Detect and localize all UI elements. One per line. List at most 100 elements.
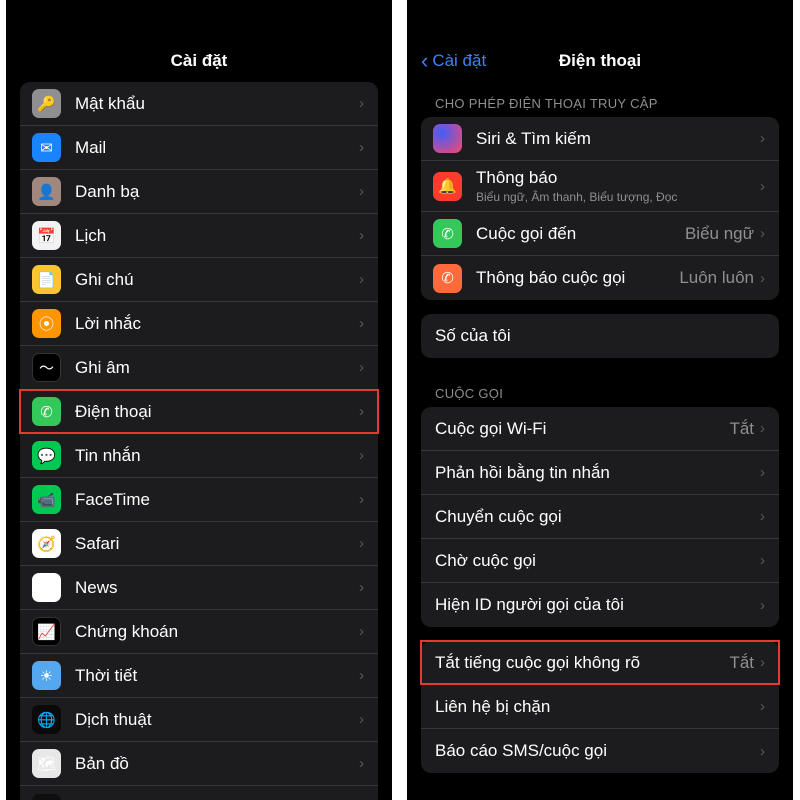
row-respond-text[interactable]: Phản hồi bằng tin nhắn› (421, 451, 779, 495)
row-silence-unknown[interactable]: Tắt tiếng cuộc gọi không rõTắt › (421, 641, 779, 685)
section-allow-label: CHO PHÉP ĐIỆN THOẠI TRUY CẬP (421, 82, 779, 117)
row-label: Tin nhắn (75, 446, 359, 466)
row-sms-reporting[interactable]: Báo cáo SMS/cuộc gọi› (421, 729, 779, 773)
reminders-icon: ⦿ (32, 309, 61, 338)
chevron-right-icon: › (760, 508, 765, 525)
row-label: Chuyển cuộc gọi (435, 507, 760, 527)
chevron-right-icon: › (760, 597, 765, 614)
safari-icon: 🧭 (32, 529, 61, 558)
row-mail[interactable]: ✉︎ Mail› (20, 126, 378, 170)
row-siri[interactable]: Siri & Tìm kiếm› (421, 117, 779, 161)
notes-icon: 📄 (32, 265, 61, 294)
chevron-right-icon: › (760, 654, 765, 671)
row-contacts[interactable]: 👤 Danh bạ› (20, 170, 378, 214)
chevron-right-icon: › (359, 139, 364, 156)
row-news[interactable]: 𝐍 News› (20, 566, 378, 610)
row-label: Dịch thuật (75, 710, 359, 730)
row-label: Hiện ID người gọi của tôi (435, 595, 760, 615)
row-safari[interactable]: 🧭Safari› (20, 522, 378, 566)
facetime-icon: 📹 (32, 485, 61, 514)
row-label: Ghi âm (75, 358, 359, 378)
row-value: Tắt (729, 653, 754, 673)
right-screen: ‹ Cài đặt Điện thoại CHO PHÉP ĐIỆN THOẠI… (407, 0, 793, 800)
row-label: Mail (75, 138, 359, 158)
row-voice-memos[interactable]: 〜 Ghi âm› (20, 346, 378, 390)
row-label: Tắt tiếng cuộc gọi không rõ (435, 653, 729, 673)
row-announce-calls[interactable]: ✆Thông báo cuộc gọiLuôn luôn› (421, 256, 779, 300)
messages-icon: 💬 (32, 441, 61, 470)
translate-icon: 🌐 (32, 705, 61, 734)
row-phone[interactable]: ✆Điện thoại› (20, 390, 378, 434)
back-label: Cài đặt (432, 51, 486, 71)
page-title: Cài đặt (171, 51, 228, 71)
news-icon: 𝐍 (32, 573, 61, 602)
chevron-right-icon: › (760, 130, 765, 147)
row-incoming-calls[interactable]: ✆Cuộc gọi đếnBiểu ngữ› (421, 212, 779, 256)
notifications-icon: 🔔 (433, 172, 462, 201)
row-translate[interactable]: 🌐 Dịch thuật› (20, 698, 378, 742)
row-label: Lịch (75, 226, 359, 246)
row-label: FaceTime (75, 490, 359, 510)
row-label: Chờ cuộc gọi (435, 551, 760, 571)
compass-icon: ✳︎ (32, 794, 61, 800)
chevron-right-icon: › (760, 698, 765, 715)
row-reminders[interactable]: ⦿Lời nhắc› (20, 302, 378, 346)
row-notifications[interactable]: 🔔 Thông báo Biểu ngữ, Âm thanh, Biểu tượng… (421, 161, 779, 212)
settings-list: 🔑Mật khẩu›✉︎Mail›👤Danh bạ›📅Lịch›📄Ghi chú… (6, 82, 392, 800)
chevron-right-icon: › (359, 95, 364, 112)
chevron-right-icon: › (359, 359, 364, 376)
chevron-right-icon: › (359, 491, 364, 508)
row-blocked-contacts[interactable]: Liên hệ bị chặn› (421, 685, 779, 729)
chevron-right-icon: › (760, 225, 765, 242)
chevron-right-icon: › (760, 552, 765, 569)
chevron-right-icon: › (359, 447, 364, 464)
row-notes[interactable]: 📄Ghi chú› (20, 258, 378, 302)
chevron-right-icon: › (359, 755, 364, 772)
row-label: Ghi chú (75, 270, 359, 290)
voice-memos-icon: 〜 (32, 353, 61, 382)
row-label: Liên hệ bị chặn (435, 697, 760, 717)
chevron-right-icon: › (359, 535, 364, 552)
status-bar (6, 0, 392, 40)
row-label: News (75, 578, 359, 598)
row-value: Biểu ngữ (685, 224, 754, 244)
back-button[interactable]: ‹ Cài đặt (421, 50, 486, 72)
row-messages[interactable]: 💬 Tin nhắn› (20, 434, 378, 478)
row-sublabel: Biểu ngữ, Âm thanh, Biểu tượng, Đọc (476, 190, 760, 204)
row-label: Cuộc gọi Wi-Fi (435, 419, 729, 439)
calendar-icon: 📅 (32, 221, 61, 250)
row-label: Danh bạ (75, 182, 359, 202)
chevron-right-icon: › (359, 403, 364, 420)
row-facetime[interactable]: 📹 FaceTime› (20, 478, 378, 522)
row-stocks[interactable]: 📈Chứng khoán› (20, 610, 378, 654)
chevron-right-icon: › (359, 315, 364, 332)
row-calendar[interactable]: 📅Lịch› (20, 214, 378, 258)
chevron-right-icon: › (359, 579, 364, 596)
section-calls-label: CUỘC GỌI (421, 372, 779, 407)
row-call-waiting[interactable]: Chờ cuộc gọi› (421, 539, 779, 583)
navbar-settings: Cài đặt (6, 40, 392, 82)
contacts-icon: 👤 (32, 177, 61, 206)
maps-icon: 🗺 (32, 749, 61, 778)
row-caller-id[interactable]: Hiện ID người gọi của tôi› (421, 583, 779, 627)
row-wifi-calling[interactable]: Cuộc gọi Wi-FiTắt› (421, 407, 779, 451)
row-label: Phản hồi bằng tin nhắn (435, 463, 760, 483)
chevron-right-icon: › (359, 711, 364, 728)
chevron-right-icon: › (359, 623, 364, 640)
row-compass[interactable]: ✳︎La bàn› (20, 786, 378, 800)
my-number-label: Số của tôi (435, 326, 765, 346)
row-call-forwarding[interactable]: Chuyển cuộc gọi› (421, 495, 779, 539)
chevron-right-icon: › (760, 270, 765, 287)
row-label: Mật khẩu (75, 94, 359, 114)
row-my-number[interactable]: Số của tôi (421, 314, 779, 358)
row-weather[interactable]: ☀︎Thời tiết› (20, 654, 378, 698)
mail-icon: ✉︎ (32, 133, 61, 162)
phone-settings: CHO PHÉP ĐIỆN THOẠI TRUY CẬP Siri & Tìm … (407, 82, 793, 800)
row-passwords[interactable]: 🔑Mật khẩu› (20, 82, 378, 126)
row-maps[interactable]: 🗺Bản đồ› (20, 742, 378, 786)
weather-icon: ☀︎ (32, 661, 61, 690)
chevron-right-icon: › (760, 464, 765, 481)
chevron-right-icon: › (359, 183, 364, 200)
navbar-phone: ‹ Cài đặt Điện thoại (407, 40, 793, 82)
row-label: Thông báo (476, 168, 760, 188)
